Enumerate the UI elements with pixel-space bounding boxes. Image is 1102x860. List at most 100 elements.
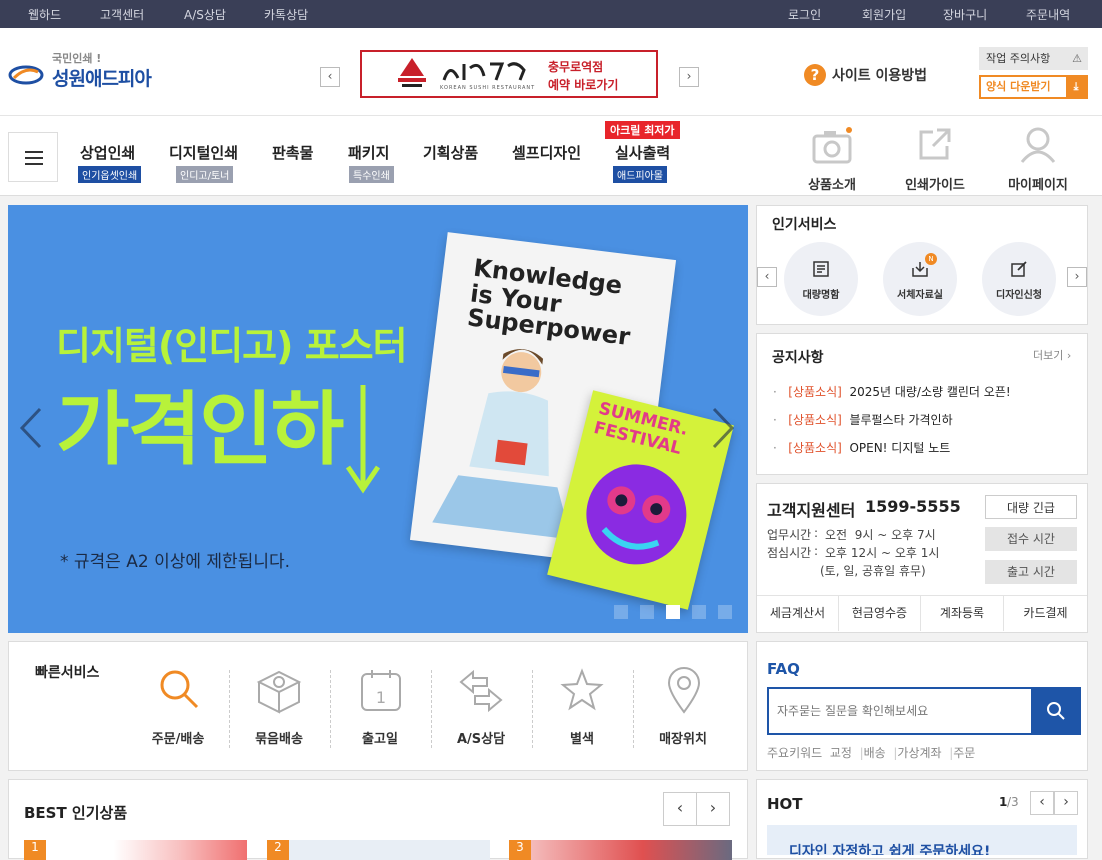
hot-banner-text: 디자인 자정하고 쉽게 주문하세요!	[789, 844, 991, 855]
best-rank-2: 2	[267, 840, 289, 860]
nav-commercial-print[interactable]: 상업인쇄	[80, 142, 135, 163]
best-prev-button[interactable]: ‹	[663, 792, 697, 826]
acrylic-badge: 아크릴 최저가	[605, 121, 680, 139]
order-history-link[interactable]: 주문내역	[1026, 6, 1070, 23]
tax-invoice-tab[interactable]: 세금계산서	[757, 595, 839, 631]
login-link[interactable]: 로그인	[788, 6, 821, 23]
hero-prev-arrow-icon[interactable]	[18, 405, 44, 451]
banner-line1: 충무로역점	[548, 60, 604, 74]
work-notice-button[interactable]: 작업 주의사항 ⚠	[979, 47, 1088, 70]
nav-digital-print[interactable]: 디지털인쇄	[169, 142, 238, 163]
faq-keyword-4[interactable]: 주문	[953, 746, 975, 760]
customer-center-link[interactable]: 고객센터	[100, 6, 144, 23]
nav-real-print[interactable]: 실사출력	[615, 142, 670, 163]
faq-keyword-2[interactable]: 배송	[864, 746, 886, 760]
best-rank-1: 1	[24, 840, 46, 860]
service-bulk-card[interactable]: 대량명함	[784, 242, 858, 316]
banner-next-button[interactable]: ›	[679, 67, 699, 87]
popular-prev-button[interactable]: ‹	[757, 267, 777, 287]
notice-item-3[interactable]: · [상품소식] OPEN! 디지털 노트	[773, 439, 950, 456]
print-guide-link[interactable]: 인쇄가이드	[893, 122, 977, 193]
banner-sub-text: KOREAN SUSHI RESTAURANT	[440, 85, 536, 91]
logo-text: 성원애드피아	[52, 68, 152, 90]
popular-next-button[interactable]: ›	[1067, 267, 1087, 287]
quick-spot-label: 별색	[570, 732, 594, 747]
nav-sub-special[interactable]: 특수인쇄	[349, 166, 394, 183]
cash-receipt-tab[interactable]: 현금영수증	[839, 595, 921, 631]
nav-sub-indigo[interactable]: 인디고/토너	[176, 166, 234, 183]
nav-self-design[interactable]: 셀프디자인	[512, 142, 581, 163]
site-logo[interactable]: 국민인쇄 ! 성원애드피아	[8, 48, 178, 90]
menu-toggle-button[interactable]	[8, 132, 58, 182]
faq-keyword-3[interactable]: 가상계좌	[897, 746, 941, 760]
nav-sub-offset[interactable]: 인기옵셋인쇄	[78, 166, 142, 183]
best-product-2-image[interactable]	[267, 840, 490, 860]
notice-item-1[interactable]: · [상품소식] 2025년 대량/소량 캘린더 오픈!	[773, 383, 1011, 400]
cs-phone[interactable]: 1599-5555	[865, 497, 961, 516]
best-product-1-image[interactable]	[24, 840, 247, 860]
faq-search-input[interactable]	[769, 689, 1029, 733]
card-stack-icon	[813, 261, 829, 277]
ad-banner[interactable]: KOREAN SUSHI RESTAURANT 충무로역점 예약 바로가기	[360, 50, 658, 98]
box-icon	[256, 670, 302, 714]
hero-next-arrow-icon[interactable]	[710, 405, 736, 451]
notice-item-2[interactable]: · [상품소식] 블루펄스타 가격인하	[773, 411, 953, 428]
notice-panel: 공지사항 더보기 › · [상품소식] 2025년 대량/소량 캘린더 오픈! …	[756, 333, 1088, 475]
signup-link[interactable]: 회원가입	[862, 6, 906, 23]
service-design-request[interactable]: 디자인신청	[982, 242, 1056, 316]
nav-sub-adpiamall[interactable]: 애드피아몰	[613, 166, 667, 183]
account-register-tab[interactable]: 계좌등록	[921, 595, 1004, 631]
banner-prev-button[interactable]: ‹	[320, 67, 340, 87]
slide-dot-4[interactable]	[692, 605, 706, 619]
lunch-value: 오후 12시 ~ 오후 1시	[825, 546, 940, 560]
festival-mask-illustration	[586, 464, 687, 565]
popular-services-title: 인기서비스	[772, 217, 837, 233]
hot-title: HOT	[767, 795, 803, 813]
slide-dot-1[interactable]	[614, 605, 628, 619]
hot-banner-image[interactable]: 디자인 자정하고 쉽게 주문하세요!	[767, 825, 1077, 855]
card-payment-tab[interactable]: 카드결제	[1004, 595, 1087, 631]
service-font-library[interactable]: N 서체자료실	[883, 242, 957, 316]
help-icon[interactable]: ?	[804, 64, 826, 86]
warning-icon: ⚠	[1072, 52, 1082, 65]
nav-promo[interactable]: 판촉물	[272, 142, 313, 163]
nav-package[interactable]: 패키지	[348, 142, 389, 163]
closed-days: (토, 일, 공휴일 휴무)	[820, 564, 926, 578]
faq-keyword-1[interactable]: 교정	[830, 746, 852, 760]
as-consult-link[interactable]: A/S상담	[184, 6, 226, 23]
hot-prev-button[interactable]: ‹	[1030, 791, 1054, 815]
user-icon	[1020, 127, 1056, 163]
best-next-button[interactable]: ›	[696, 792, 730, 826]
quick-services-title: 빠른서비스	[35, 665, 100, 681]
slide-dot-5[interactable]	[718, 605, 732, 619]
main-navigation: 상업인쇄 인기옵셋인쇄 디지털인쇄 인디고/토너 판촉물 패키지 특수인쇄 기획…	[0, 116, 1102, 196]
hamburger-icon	[25, 151, 43, 165]
shipping-time-button[interactable]: 출고 시간	[985, 560, 1077, 584]
calendar-digit: 1	[376, 688, 386, 707]
slide-dot-2[interactable]	[640, 605, 654, 619]
down-arrow-icon	[345, 385, 381, 494]
help-link[interactable]: 사이트 이용방법	[832, 65, 927, 85]
notice-more-link[interactable]: 더보기 ›	[1033, 347, 1071, 363]
slide-dot-3-active[interactable]	[666, 605, 680, 619]
hero-carousel[interactable]: 디지털(인디고) 포스터 가격인하 * 규격은 A2 이상에 제한됩니다. Kn…	[8, 205, 748, 633]
faq-keywords-label: 주요키워드	[767, 746, 823, 760]
kakao-consult-link[interactable]: 카톡상담	[264, 6, 308, 23]
hot-next-button[interactable]: ›	[1054, 791, 1078, 815]
faq-keywords: 주요키워드 교정 |배송 |가상계좌 |주문	[767, 746, 976, 760]
best-product-3-image[interactable]	[509, 840, 732, 860]
my-page-link[interactable]: 마이페이지	[996, 122, 1080, 193]
notice-tag-2: [상품소식]	[788, 413, 842, 427]
quick-location-label: 매장위치	[659, 732, 707, 747]
nav-planned-products[interactable]: 기획상품	[423, 142, 478, 163]
bulk-urgent-button[interactable]: 대량 긴급	[985, 495, 1077, 519]
my-page-label: 마이페이지	[1008, 178, 1068, 193]
faq-search-button[interactable]	[1031, 689, 1081, 733]
notice-text-1: 2025년 대량/소량 캘린더 오픈!	[849, 385, 1011, 399]
quick-services-panel: 빠른서비스 주문/배송 묶음배송 1 출고일 A/S상담 별색 매장위치	[8, 641, 748, 771]
webhard-link[interactable]: 웹하드	[28, 6, 61, 23]
cart-link[interactable]: 장바구니	[943, 6, 987, 23]
product-intro-link[interactable]: 상품소개	[790, 122, 874, 193]
form-download-button[interactable]: 양식 다운받기 ⤓	[979, 75, 1088, 99]
receipt-time-button[interactable]: 접수 시간	[985, 527, 1077, 551]
